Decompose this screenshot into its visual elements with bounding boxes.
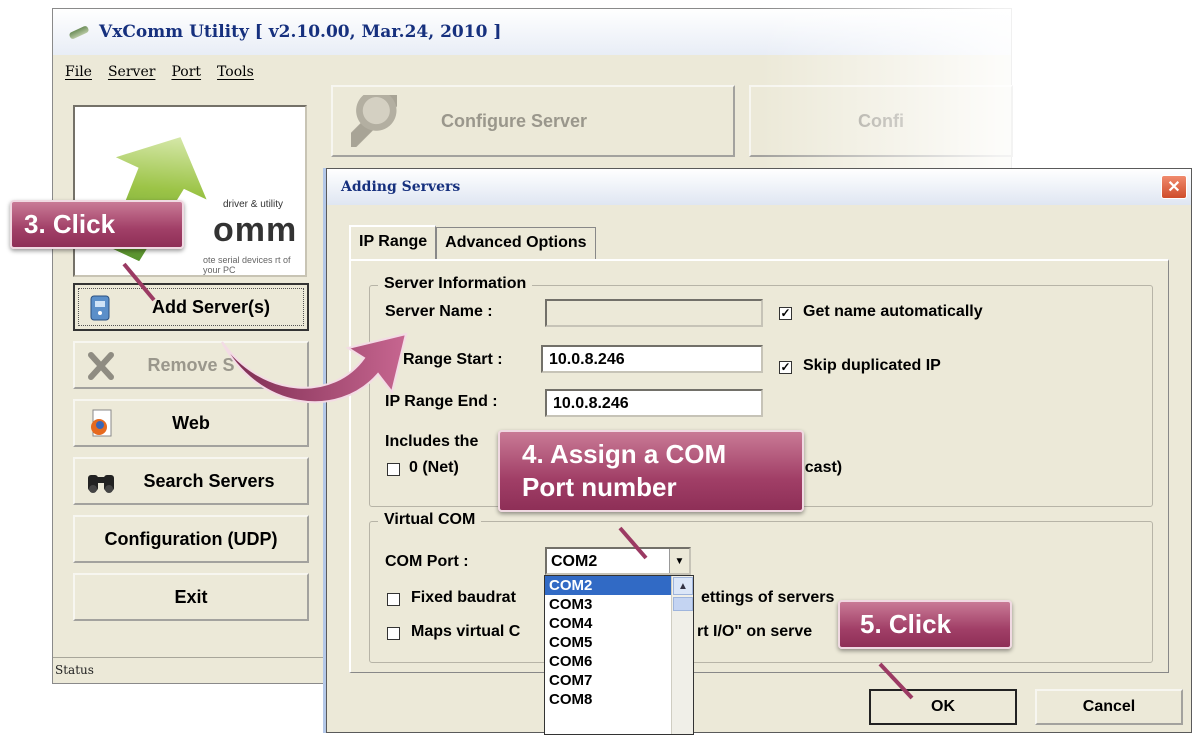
maps-virtual-checkbox[interactable] (387, 627, 400, 640)
includes-label: Includes the (385, 433, 479, 450)
tab-ip-range[interactable]: IP Range (349, 225, 437, 259)
firefox-document-icon (91, 409, 112, 437)
exit-button[interactable]: Exit (73, 573, 309, 621)
fixed-baudrate-checkbox[interactable] (387, 593, 400, 606)
binoculars-icon (88, 475, 114, 493)
menu-server[interactable]: Server (108, 64, 155, 80)
com-option[interactable]: COM2 (545, 576, 671, 595)
fixed-baudrate-label: Fixed baudrat (411, 589, 516, 606)
close-icon[interactable]: ✕ (1161, 175, 1187, 199)
fixed-baudrate-label-tail: ettings of servers (701, 589, 835, 606)
menu-tools[interactable]: Tools (217, 64, 254, 80)
chevron-down-icon[interactable]: ▼ (669, 549, 689, 573)
configure-port-label: Confi (858, 110, 904, 131)
scrollbar-thumb[interactable] (673, 597, 693, 611)
server-device-icon (90, 295, 110, 321)
search-servers-button[interactable]: Search Servers (73, 457, 309, 505)
logo-tagline-bottom: ote serial devices rt of your PC (203, 255, 291, 275)
com-port-value: COM2 (551, 553, 598, 570)
get-name-auto-checkbox[interactable]: ✓ (779, 307, 792, 320)
skip-duplicated-checkbox[interactable]: ✓ (779, 361, 792, 374)
logo-arrow-icon (80, 116, 226, 276)
skip-duplicated-label: Skip duplicated IP (803, 357, 941, 374)
step5-callout: 5. Click (838, 600, 1012, 649)
virtual-com-legend: Virtual COM (378, 511, 482, 529)
vxcomm-logo: driver & utility omm ote serial devices … (73, 105, 307, 277)
ip-range-end-field[interactable]: 10.0.8.246 (545, 389, 763, 417)
main-window-title: VxComm Utility [ v2.10.00, Mar.24, 2010 … (99, 22, 502, 42)
ip-range-start-label: Range Start : (403, 351, 503, 368)
menubar: File Server Port Tools (53, 57, 1011, 87)
dropdown-scrollbar[interactable]: ▲ (671, 576, 693, 734)
configuration-udp-label: Configuration (UDP) (104, 528, 278, 549)
server-information-legend: Server Information (378, 275, 533, 293)
step4-callout: 4. Assign a COM Port number (498, 430, 804, 512)
get-name-auto-label: Get name automatically (803, 303, 983, 320)
search-servers-label: Search Servers (143, 470, 275, 491)
step4-line2: Port number (522, 472, 677, 502)
step4-line1: 4. Assign a COM (522, 439, 727, 469)
web-label: Web (172, 412, 210, 433)
com-port-select[interactable]: COM2 ▼ (545, 547, 691, 575)
chevron-up-icon[interactable]: ▲ (673, 577, 693, 595)
maps-virtual-label: Maps virtual C (411, 623, 521, 640)
maps-virtual-label-tail: rt I/O" on serve (697, 623, 813, 640)
ok-button[interactable]: OK (869, 689, 1017, 725)
logo-word: omm (213, 211, 298, 249)
menu-file[interactable]: File (65, 64, 92, 80)
configure-server-label: Configure Server (441, 110, 588, 131)
dialog-tabs: IP Range Advanced Options (349, 225, 596, 259)
cancel-button[interactable]: Cancel (1035, 689, 1183, 725)
main-titlebar[interactable]: VxComm Utility [ v2.10.00, Mar.24, 2010 … (53, 9, 1011, 55)
step3-callout: 3. Click (10, 200, 184, 249)
configuration-udp-button[interactable]: Configuration (UDP) (73, 515, 309, 563)
net-checkbox[interactable] (387, 463, 400, 476)
curved-arrow-icon (221, 332, 408, 404)
tab-advanced-options[interactable]: Advanced Options (436, 227, 596, 259)
ip-range-start-field[interactable]: 10.0.8.246 (541, 345, 763, 373)
com-port-label: COM Port : (385, 553, 469, 570)
wrench-icon (351, 95, 397, 147)
menu-port[interactable]: Port (171, 64, 201, 80)
server-name-field[interactable] (545, 299, 763, 327)
exit-label: Exit (174, 586, 208, 607)
configure-port-button[interactable]: Confi (749, 85, 1013, 157)
net-label: 0 (Net) (409, 459, 459, 476)
dialog-title[interactable]: Adding Servers (327, 169, 1191, 205)
com-port-dropdown-list: COM2 COM3 COM4 COM5 COM6 COM7 COM8 ▲ (544, 575, 694, 735)
configure-server-button[interactable]: Configure Server (331, 85, 735, 157)
app-cable-icon (67, 23, 91, 41)
remove-x-icon (88, 352, 114, 380)
logo-tagline-top: driver & utility (223, 199, 284, 210)
